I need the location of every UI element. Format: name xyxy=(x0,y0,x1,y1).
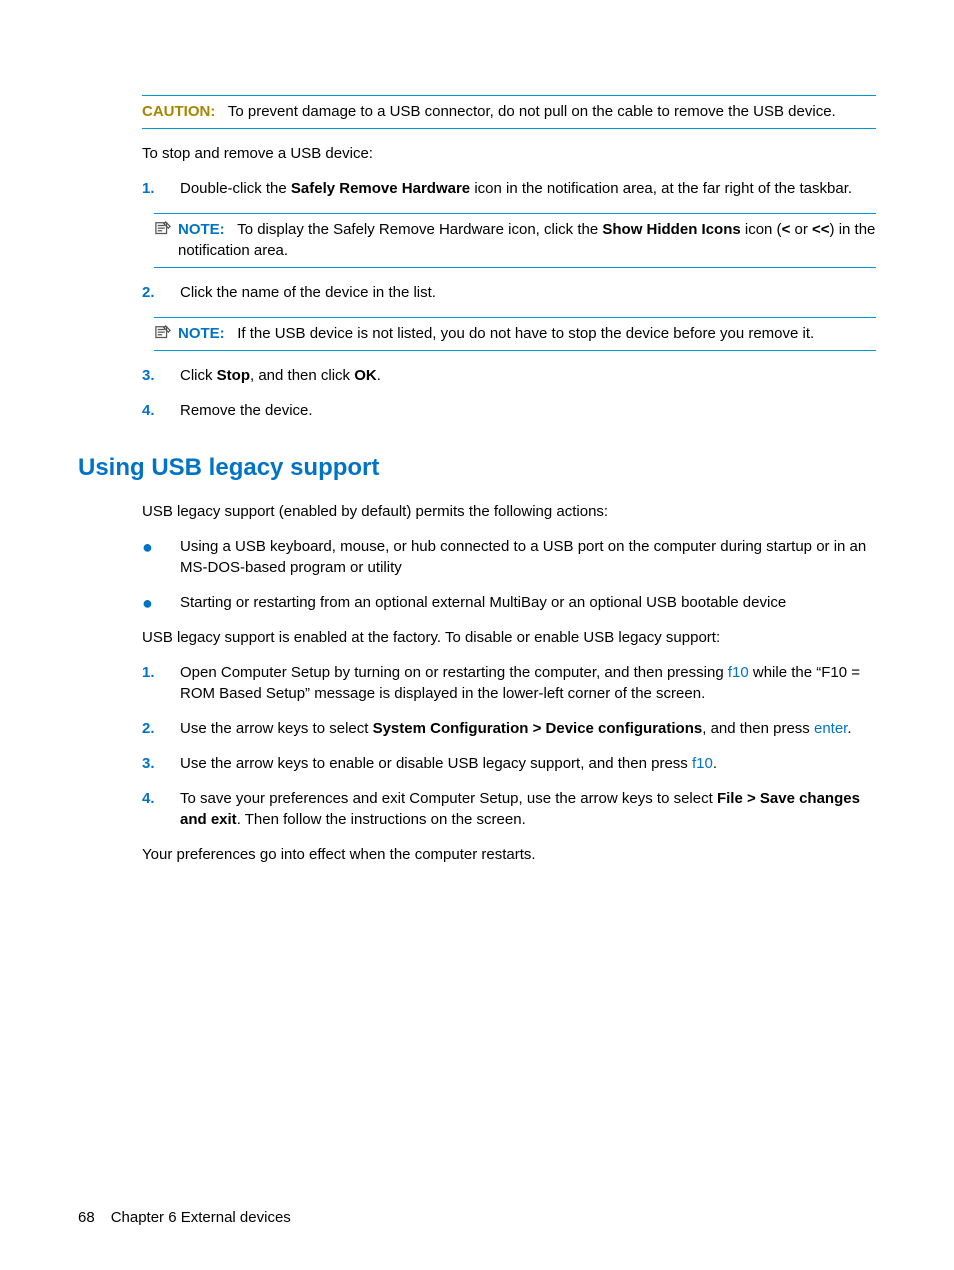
bullet-text: Using a USB keyboard, mouse, or hub conn… xyxy=(180,536,876,578)
note-body: NOTE: If the USB device is not listed, y… xyxy=(178,323,876,344)
step-number: 3. xyxy=(142,365,180,386)
step-number: 4. xyxy=(142,788,180,830)
section-heading: Using USB legacy support xyxy=(78,451,876,485)
body-paragraph: Your preferences go into effect when the… xyxy=(142,844,876,865)
step-item: 1. Double-click the Safely Remove Hardwa… xyxy=(142,178,876,199)
step-item: 4. Remove the device. xyxy=(142,400,876,421)
step-text: Double-click the Safely Remove Hardware … xyxy=(180,178,876,199)
key-reference: enter xyxy=(814,720,847,737)
body-paragraph: USB legacy support (enabled by default) … xyxy=(142,501,876,522)
note-body: NOTE: To display the Safely Remove Hardw… xyxy=(178,219,876,261)
caution-block: CAUTION: To prevent damage to a USB conn… xyxy=(142,95,876,129)
caution-label: CAUTION: xyxy=(142,103,215,120)
step-number: 1. xyxy=(142,662,180,704)
bullet-text: Starting or restarting from an optional … xyxy=(180,592,876,613)
chapter-reference: Chapter 6 External devices xyxy=(111,1209,291,1226)
note-block: NOTE: If the USB device is not listed, y… xyxy=(154,317,876,351)
step-text: Click Stop, and then click OK. xyxy=(180,365,876,386)
bullet-marker: ● xyxy=(142,592,180,612)
step-item: 3. Use the arrow keys to enable or disab… xyxy=(142,753,876,774)
step-item: 2. Use the arrow keys to select System C… xyxy=(142,718,876,739)
caution-text: To prevent damage to a USB connector, do… xyxy=(228,103,836,120)
note-icon xyxy=(154,325,172,341)
bullet-marker: ● xyxy=(142,536,180,556)
page-footer: 68 Chapter 6 External devices xyxy=(78,1207,291,1228)
document-page: CAUTION: To prevent damage to a USB conn… xyxy=(0,0,954,865)
bullet-item: ● Using a USB keyboard, mouse, or hub co… xyxy=(142,536,876,578)
body-paragraph: USB legacy support is enabled at the fac… xyxy=(142,627,876,648)
step-number: 2. xyxy=(142,282,180,303)
step-text: Remove the device. xyxy=(180,400,876,421)
page-number: 68 xyxy=(78,1209,95,1226)
note-label: NOTE: xyxy=(178,325,225,342)
step-text: Use the arrow keys to enable or disable … xyxy=(180,753,876,774)
step-item: 2. Click the name of the device in the l… xyxy=(142,282,876,303)
step-number: 4. xyxy=(142,400,180,421)
step-text: Click the name of the device in the list… xyxy=(180,282,876,303)
step-text: To save your preferences and exit Comput… xyxy=(180,788,876,830)
intro-paragraph: To stop and remove a USB device: xyxy=(142,143,876,164)
step-number: 3. xyxy=(142,753,180,774)
step-number: 1. xyxy=(142,178,180,199)
step-item: 1. Open Computer Setup by turning on or … xyxy=(142,662,876,704)
bullet-item: ● Starting or restarting from an optiona… xyxy=(142,592,876,613)
note-icon xyxy=(154,221,172,237)
key-reference: f10 xyxy=(728,664,749,681)
key-reference: f10 xyxy=(692,755,713,772)
step-number: 2. xyxy=(142,718,180,739)
step-text: Open Computer Setup by turning on or res… xyxy=(180,662,876,704)
note-label: NOTE: xyxy=(178,221,225,238)
step-item: 4. To save your preferences and exit Com… xyxy=(142,788,876,830)
step-text: Use the arrow keys to select System Conf… xyxy=(180,718,876,739)
note-block: NOTE: To display the Safely Remove Hardw… xyxy=(154,213,876,268)
step-item: 3. Click Stop, and then click OK. xyxy=(142,365,876,386)
